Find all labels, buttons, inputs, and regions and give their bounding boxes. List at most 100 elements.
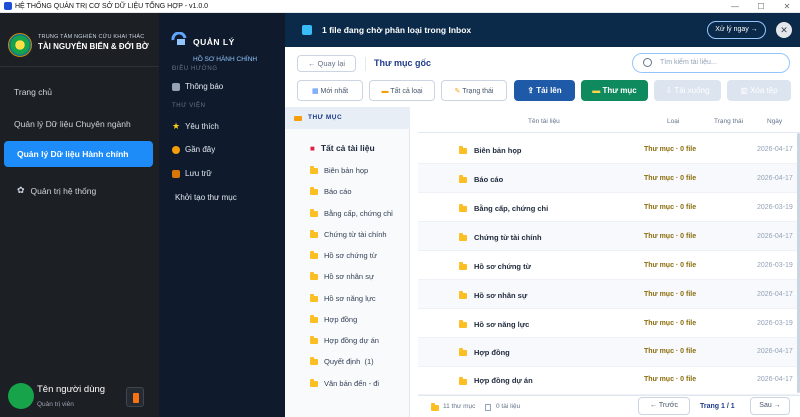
row-name: Báo cáo (474, 175, 504, 184)
subnav-item-favorites[interactable]: ★ Yêu thích (172, 121, 219, 132)
tree-item[interactable]: Hồ sơ năng lực (310, 293, 376, 303)
folder-icon (310, 229, 318, 238)
avatar[interactable] (8, 383, 34, 409)
upload-icon: ⇪ (527, 86, 537, 95)
folder-icon (310, 356, 318, 365)
sidebar-item-system-admin[interactable]: ✿ Quản trị hệ thống (17, 185, 96, 196)
folder-icon (459, 348, 467, 356)
page-indicator: Trang 1 / 1 (700, 403, 735, 410)
search-icon (643, 58, 652, 67)
tree-item[interactable]: Quyết định (1) (310, 356, 374, 366)
subnav-subtitle: HỒ SƠ HÀNH CHÍNH (193, 56, 258, 63)
tree-item-label: Chứng từ tài chính (324, 230, 387, 239)
process-now-button[interactable]: Xử lý ngay → (707, 21, 766, 39)
download-button[interactable]: ⇩ Tải xuống (654, 80, 721, 101)
status-filter-label: Trạng thái (462, 88, 494, 95)
type-filter-button[interactable]: ▬ Tất cả loại (369, 80, 435, 101)
search-input[interactable]: Tìm kiếm tài liệu... (632, 53, 790, 73)
tree-item[interactable]: Hồ sơ chứng từ (310, 250, 377, 260)
subnav-label: Lưu trữ (185, 169, 212, 178)
row-date: 2026-04-17 (757, 146, 793, 153)
column-header-name[interactable]: Tên tài liệu (528, 118, 560, 125)
folder-icon (310, 208, 318, 217)
sidebar-item-specialized-data[interactable]: Quản lý Dữ liệu Chuyên ngành (14, 119, 131, 129)
status-filter-button[interactable]: ✎ Trạng thái (441, 80, 507, 101)
new-folder-label: Thư mục (602, 86, 637, 95)
folder-icon: ▬ (592, 86, 603, 95)
archive-icon (172, 169, 180, 178)
folder-tree: THƯ MỤC (285, 107, 410, 417)
type-filter-label: Tất cả loại (390, 88, 423, 95)
tree-item[interactable]: Văn bản đến - đi (310, 378, 379, 388)
row-date: 2026-03-19 (757, 262, 793, 269)
folder-tree-title: THƯ MỤC (308, 114, 343, 121)
delete-button[interactable]: ▥ Xóa tệp (727, 80, 791, 101)
folder-all-icon: ■ (310, 143, 315, 153)
sidebar-item-home[interactable]: Trang chủ (14, 87, 52, 97)
tree-item-all[interactable]: ■ Tất cả tài liệu (310, 143, 375, 153)
tree-item[interactable]: Biên bản họp (310, 165, 369, 175)
maximize-icon[interactable]: ☐ (748, 0, 774, 13)
folder-icon (431, 403, 439, 411)
org-logo (8, 33, 32, 57)
title-bar: HỆ THỐNG QUẢN TRỊ CƠ SỞ DỮ LIỆU TỔNG HỢP… (0, 0, 800, 13)
row-name: Hợp đồng dự án (474, 376, 533, 385)
search-placeholder: Tìm kiếm tài liệu... (660, 59, 717, 66)
tree-item-label: Hồ sơ chứng từ (324, 251, 377, 260)
tree-item[interactable]: Hồ sơ nhân sự (310, 271, 374, 281)
inbox-icon (172, 82, 180, 91)
row-name: Biên bản họp (474, 146, 522, 155)
subnav-item-notifications[interactable]: Thông báo (172, 82, 223, 91)
tree-item-label: Tất cả tài liệu (320, 143, 375, 153)
subnav-item-archive[interactable]: Lưu trữ (172, 169, 212, 178)
column-header-type[interactable]: Loại (667, 118, 679, 125)
close-notice-button[interactable]: ✕ (776, 22, 792, 38)
row-date: 2026-04-17 (757, 291, 793, 298)
folder-icon (459, 146, 467, 154)
tree-item[interactable]: Báo cáo (310, 186, 352, 196)
tree-item[interactable]: Bằng cấp, chứng chỉ (310, 208, 393, 218)
folder-icon (310, 293, 318, 302)
next-page-button[interactable]: Sau → (750, 397, 790, 415)
upload-button[interactable]: ⇪ Tải lên (514, 80, 575, 101)
row-name: Hồ sơ chứng từ (474, 262, 532, 271)
trash-icon: ▥ (740, 86, 751, 95)
sidebar-item-admin-data[interactable]: Quản lý Dữ liệu Hành chính (4, 141, 153, 167)
window-close-icon[interactable]: ✕ (774, 0, 800, 13)
sort-label: Mới nhất (320, 88, 349, 95)
row-type: Thư mục · 0 file (644, 348, 697, 355)
tree-item-label: Biên bản họp (324, 166, 369, 175)
folder-icon (459, 233, 467, 241)
row-date: 2026-04-17 (757, 233, 793, 240)
tree-item[interactable]: Hợp đồng dự án (310, 335, 379, 345)
column-header-date[interactable]: Ngày (767, 118, 782, 125)
tree-item[interactable]: Chứng từ tài chính (310, 229, 387, 239)
section-label-library: THƯ VIỆN (172, 103, 206, 109)
download-icon: ⇩ (665, 86, 675, 95)
notice-text: 1 file đang chờ phân loại trong Inbox (322, 25, 472, 35)
breadcrumb[interactable]: Thư mục gốc (374, 58, 431, 68)
row-date: 2026-04-17 (757, 175, 793, 182)
clock-icon (172, 145, 180, 154)
column-header-status[interactable]: Trạng thái (714, 118, 743, 125)
prev-page-button[interactable]: ← Trước (638, 397, 690, 415)
tree-item[interactable]: Hợp đồng (310, 314, 357, 324)
tree-item-label: Hợp đồng dự án (324, 336, 379, 345)
logout-button[interactable] (126, 387, 144, 407)
folder-icon (310, 186, 318, 195)
sort-newest-button[interactable]: ▦ Mới nhất (297, 80, 363, 101)
user-name: Tên người dùng (37, 384, 106, 395)
download-label: Tải xuống (674, 86, 710, 95)
folder-icon (459, 291, 467, 299)
folder-tree-header: THƯ MỤC (285, 107, 410, 129)
star-icon: ★ (172, 121, 181, 131)
subnav-item-init-folder[interactable]: Khởi tạo thư mục (175, 193, 237, 202)
tree-item-label: Báo cáo (324, 187, 352, 196)
minimize-icon[interactable]: — (722, 0, 748, 13)
back-button[interactable]: ← Quay lại (297, 55, 356, 72)
row-name: Bằng cấp, chứng chỉ (474, 204, 549, 213)
subnav-item-recent[interactable]: Gần đây (172, 145, 215, 154)
new-folder-button[interactable]: ▬ Thư mục (581, 80, 648, 101)
folder-icon (310, 378, 318, 387)
row-type: Thư mục · 0 file (644, 291, 697, 298)
